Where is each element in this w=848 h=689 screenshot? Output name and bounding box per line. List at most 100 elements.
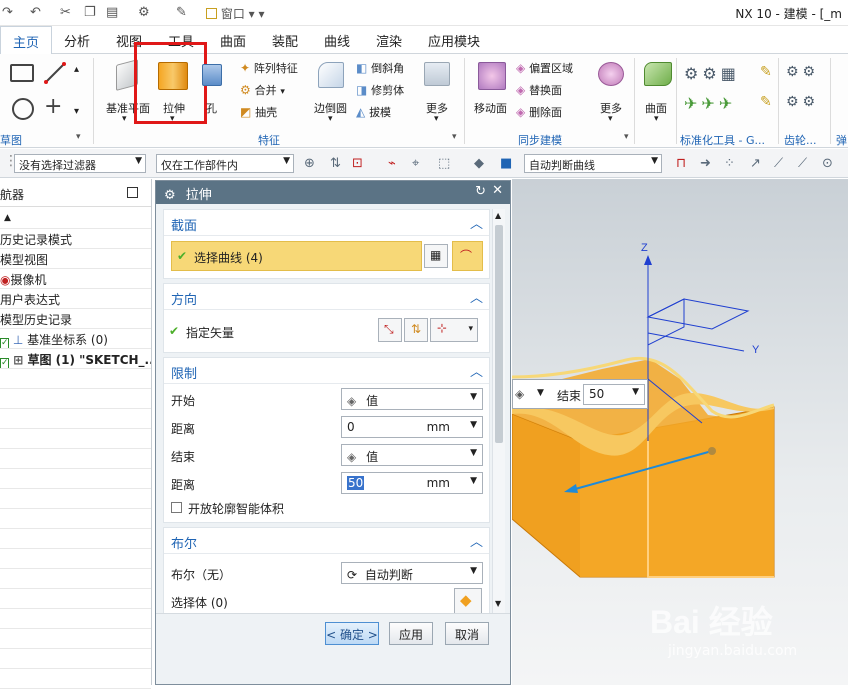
hole-button[interactable]: 孔 (200, 62, 224, 118)
circle-icon[interactable] (12, 98, 34, 120)
shell-button[interactable]: ◩ 抽壳 (240, 104, 277, 120)
sketch-more-down-icon[interactable]: ▾ (74, 106, 79, 117)
gear-tools-icons[interactable]: ⚙⚙ (786, 64, 819, 80)
follow-fillet-icon[interactable]: ➜ (700, 156, 711, 171)
snap-curve-icon[interactable]: ⟋ (798, 156, 807, 171)
nav-item-user-expressions[interactable]: 用户表达式 (0, 289, 151, 309)
direction-panel-header[interactable]: 方向 ︿ (164, 284, 489, 310)
move-face-button[interactable]: 移动面 (472, 60, 512, 126)
standard-tools-icons-row1[interactable]: ⚙⚙▦ (684, 64, 740, 83)
tab-curve[interactable]: 曲线 (324, 31, 350, 50)
checkbox-checked-icon[interactable]: ✓ (0, 338, 9, 348)
sync-group-menu-icon[interactable]: ▾ (624, 132, 629, 142)
navigator-column-header[interactable]: ▲ (0, 207, 151, 229)
vector-type-dropdown[interactable]: ⊹ ▾ (430, 318, 478, 342)
nav-item-history-mode[interactable]: 历史记录模式 (0, 229, 151, 249)
checkbox-checked-icon[interactable]: ✓ (0, 358, 9, 368)
chevron-up-icon[interactable]: ︿ (470, 531, 483, 550)
window-menu[interactable]: 窗口 ▾ ▾ (206, 5, 265, 22)
chamfer-button[interactable]: ◧ 倒斜角 (356, 60, 404, 76)
dialog-scrollbar[interactable]: ▲ ▼ (492, 209, 505, 613)
snap-line-icon[interactable]: ↗ (750, 156, 761, 171)
rectangle-icon[interactable] (10, 64, 34, 82)
feature-more-button[interactable]: 更多 ▾ (420, 60, 454, 126)
tab-render[interactable]: 渲染 (376, 31, 402, 50)
standard-tools-icons-row2[interactable]: ✈✈✈ (684, 94, 736, 113)
sketch-group-menu-icon[interactable]: ▾ (76, 132, 81, 142)
end-type-select[interactable]: ◈ 值 ▼ (341, 444, 483, 466)
chevron-up-icon[interactable]: ︿ (470, 213, 483, 232)
section-panel-header[interactable]: 截面 ︿ (164, 210, 489, 236)
sync-more-button[interactable]: 更多 ▾ (594, 60, 628, 126)
start-type-select[interactable]: ◈ 值 ▼ (341, 388, 483, 410)
standard-tools-extra2-icon[interactable]: ✎ (760, 94, 772, 110)
nav-item-sketch[interactable]: ✓ ⊞ 草图 (1) "SKETCH_... (0, 349, 151, 369)
scrollbar-thumb[interactable] (495, 225, 503, 443)
tab-home[interactable]: 主页 (0, 26, 53, 55)
ok-button[interactable]: < 确定 > (325, 622, 379, 645)
snap-circle-icon[interactable]: ⊙ (822, 156, 833, 171)
gear-icon[interactable]: ⚙ (164, 188, 176, 203)
replace-face-button[interactable]: ◈ 替换面 (516, 82, 562, 98)
nav-item-cameras[interactable]: ◉摄像机 (0, 269, 151, 289)
start-distance-field[interactable]: 0 mm ▼ (341, 416, 483, 438)
selection-scope-select[interactable]: 仅在工作部件内 ▼ (156, 154, 294, 173)
feature-group-menu-icon[interactable]: ▾ (452, 132, 457, 142)
boolean-panel-header[interactable]: 布尔 ︿ (164, 528, 489, 554)
nav-item-datum-csys[interactable]: ✓ ⊥ 基准坐标系 (0) (0, 329, 151, 349)
eraser-icon[interactable]: ✎ (176, 5, 187, 20)
scroll-down-icon[interactable]: ▼ (495, 599, 501, 608)
sync-more-dropdown-icon[interactable]: ▾ (608, 114, 613, 124)
drag-handle[interactable] (708, 447, 716, 455)
select-body-button[interactable]: ◆ (454, 588, 482, 614)
nav-item-model-history[interactable]: 模型历史记录 (0, 309, 151, 329)
edge-blend-button[interactable]: 边倒圆 ▾ (312, 60, 352, 126)
apply-button[interactable]: 应用 (389, 622, 433, 645)
stop-at-intersection-icon[interactable]: ⊓ (676, 156, 686, 171)
cut-icon[interactable]: ✂ (60, 5, 71, 20)
curve-snap-icon[interactable]: ⌁ (388, 156, 396, 171)
repeat-command-icon[interactable]: ⚙ (138, 5, 150, 20)
tab-application[interactable]: 应用模块 (428, 31, 480, 50)
onscreen-end-field[interactable]: 50 ▼ (583, 384, 645, 405)
filter-icon[interactable]: ⇅ (330, 156, 341, 171)
rectangle-select-icon[interactable]: ⬚ (438, 156, 450, 171)
vector-dialog-button[interactable]: ⤡ (378, 318, 402, 342)
graphics-window[interactable]: Z Y ◈ ▼ 结束 50 ▼ Bai 经验 jingyan.baidu.com (512, 179, 848, 685)
end-distance-field[interactable]: 50 mm ▼ (341, 472, 483, 494)
reset-icon[interactable]: ↻ (475, 184, 486, 199)
chevron-up-icon[interactable]: ︿ (470, 361, 483, 380)
surface-dropdown-icon[interactable]: ▾ (654, 114, 659, 124)
tab-assembly[interactable]: 装配 (272, 31, 298, 50)
point-select-icon[interactable]: ⊡ (352, 156, 363, 171)
tab-analysis[interactable]: 分析 (64, 31, 90, 50)
close-icon[interactable]: ✕ (492, 183, 503, 198)
maximize-icon[interactable] (127, 187, 138, 198)
curve-select-button[interactable]: ⌒ (452, 241, 483, 271)
assembly-icon[interactable]: ⌖ (412, 156, 419, 171)
sketch-more-up-icon[interactable]: ▴ (74, 64, 79, 75)
tab-surface[interactable]: 曲面 (220, 31, 246, 50)
copy-icon[interactable]: ❐ (84, 5, 96, 20)
value-type-icon[interactable]: ◈ (515, 387, 524, 401)
paste-icon[interactable]: ▤ (106, 5, 118, 20)
feature-more-dropdown-icon[interactable]: ▾ (434, 114, 439, 124)
chevron-up-icon[interactable]: ︿ (470, 287, 483, 306)
nav-item-model-views[interactable]: 模型视图 (0, 249, 151, 269)
value-type-dropdown-icon[interactable]: ▼ (537, 388, 544, 398)
redo-icon[interactable]: ↷ (2, 5, 13, 20)
boolean-select[interactable]: ⟳ 自动判断 ▼ (341, 562, 483, 584)
sketch-section-button[interactable]: ▦ (424, 244, 448, 268)
cancel-button[interactable]: 取消 (445, 622, 489, 645)
face-select-icon[interactable]: ■ (500, 156, 512, 171)
snap-line2-icon[interactable]: ⟋ (774, 156, 783, 171)
scatter-points-icon[interactable]: ⁘ (724, 156, 735, 171)
body-select-icon[interactable]: ◆ (474, 156, 484, 171)
trim-body-button[interactable]: ◨ 修剪体 (356, 82, 404, 98)
line-icon[interactable] (44, 62, 66, 84)
point-icon[interactable]: + (44, 94, 62, 119)
draft-button[interactable]: ◭ 拔模 (356, 104, 391, 120)
pattern-feature-button[interactable]: ✦ 阵列特征 (240, 60, 298, 76)
scroll-up-icon[interactable]: ▲ (495, 211, 501, 220)
curve-rule-select[interactable]: 自动判断曲线 ▼ (524, 154, 662, 173)
